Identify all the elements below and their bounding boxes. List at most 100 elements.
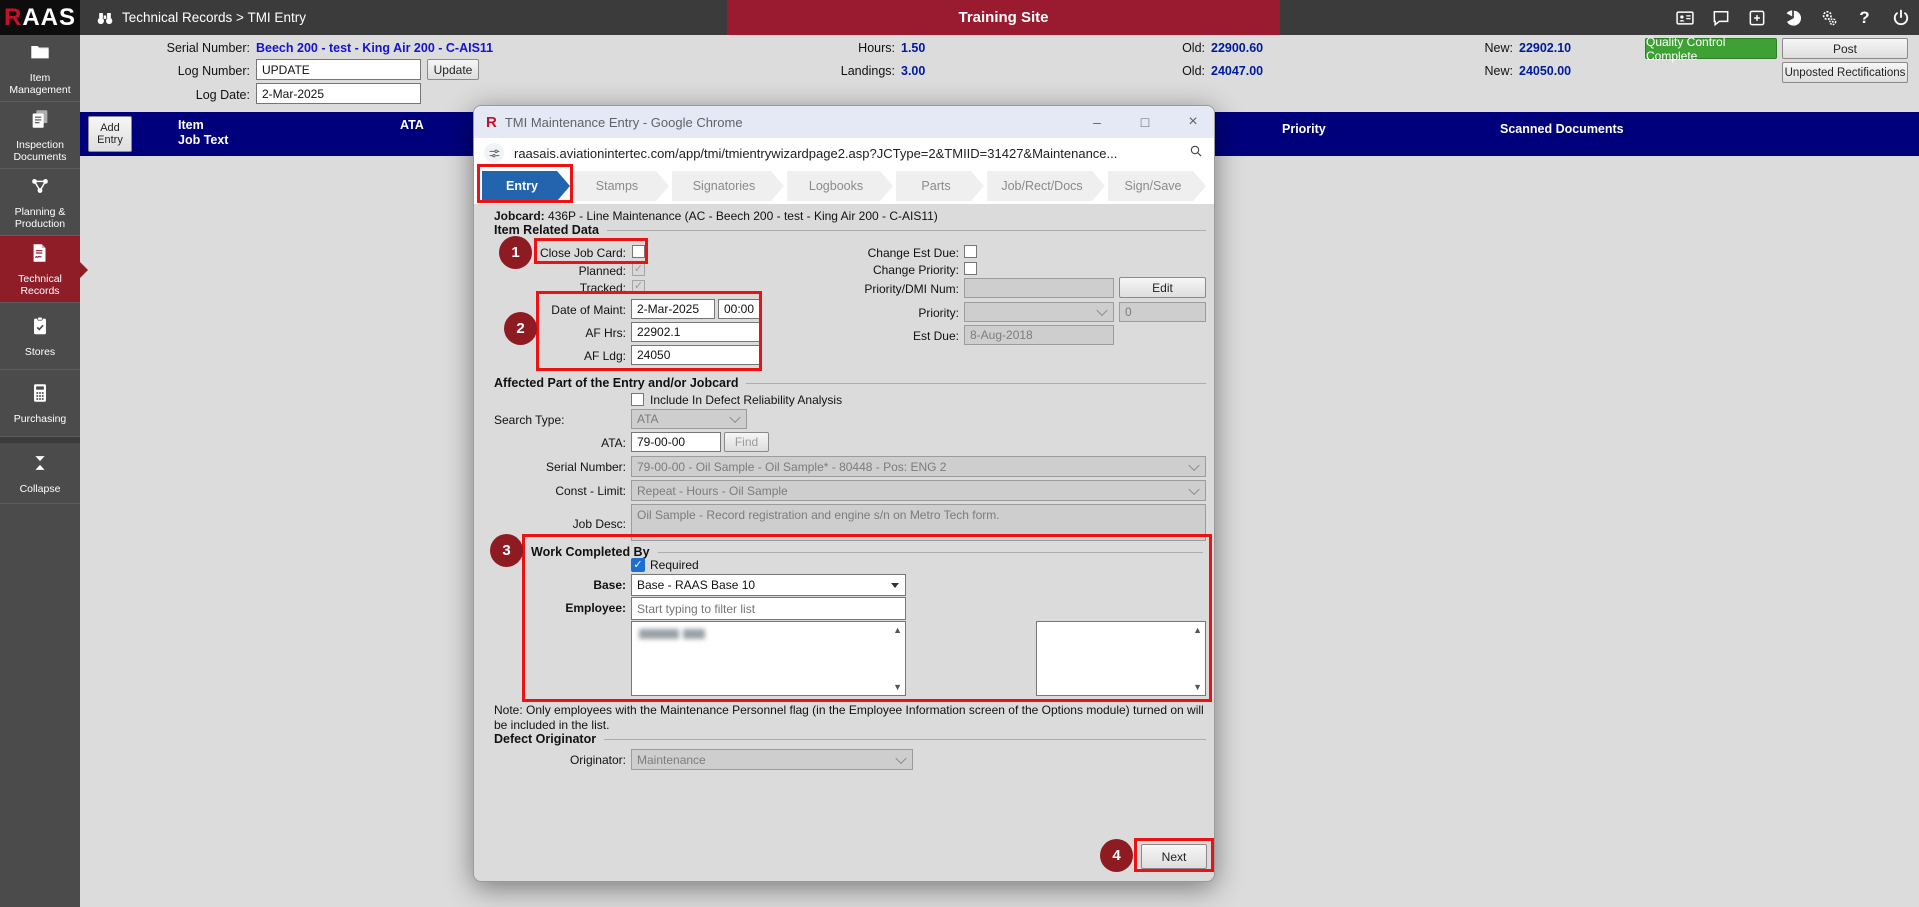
settings-gears-icon[interactable] — [1818, 7, 1839, 28]
section-item-related-data: Item Related Data — [494, 223, 1206, 237]
include-defect-reliability-label: Include In Defect Reliability Analysis — [650, 393, 842, 407]
serial-number-value[interactable]: Beech 200 - test - King Air 200 - C-AIS1… — [256, 41, 493, 55]
originator-select: Maintenance — [631, 749, 913, 770]
url-text[interactable]: raasais.aviationintertec.com/app/tmi/tmi… — [514, 146, 1159, 161]
annotation-box-close-job-card — [534, 238, 648, 264]
find-button[interactable]: Find — [724, 432, 769, 452]
power-icon[interactable] — [1890, 7, 1911, 28]
new-landings-value: 24050.00 — [1519, 64, 1571, 78]
column-header-item: Item — [178, 118, 204, 132]
ata-input[interactable] — [631, 432, 721, 452]
file-signature-icon — [29, 242, 51, 269]
sidebar-item-planning-production[interactable]: Planning & Production — [0, 169, 80, 236]
landings-label: Landings: — [795, 64, 895, 78]
calculator-icon — [29, 382, 51, 409]
tab-stamps[interactable]: Stamps — [573, 171, 669, 201]
jobcard-line: Jobcard: 436P - Line Maintenance (AC - B… — [494, 209, 938, 223]
environment-banner: Training Site — [727, 0, 1280, 35]
tmi-maintenance-entry-dialog: R TMI Maintenance Entry - Google Chrome … — [473, 105, 1215, 882]
section-defect-originator: Defect Originator — [494, 732, 1206, 746]
sidebar-item-inspection-documents[interactable]: Inspection Documents — [0, 102, 80, 169]
tab-parts[interactable]: Parts — [896, 171, 984, 201]
ata-label: ATA: — [484, 436, 626, 450]
serial-number-label: Serial Number: — [60, 41, 250, 55]
folder-icon — [29, 41, 51, 68]
unposted-rectifications-button[interactable]: Unposted Rectifications — [1782, 62, 1908, 83]
annotation-circle-3: 3 — [490, 534, 523, 567]
sidebar-item-purchasing[interactable]: Purchasing — [0, 370, 80, 437]
search-type-label: Search Type: — [494, 413, 565, 427]
maximize-icon[interactable]: □ — [1130, 106, 1160, 138]
originator-label: Originator: — [484, 753, 626, 767]
priority-select — [964, 302, 1114, 322]
log-number-input[interactable] — [256, 59, 421, 80]
binoculars-icon — [95, 8, 115, 33]
old-hours-label: Old: — [1140, 41, 1205, 55]
jobcard-text: 436P - Line Maintenance (AC - Beech 200 … — [548, 209, 938, 223]
change-priority-checkbox[interactable] — [964, 262, 977, 275]
quality-control-complete-button[interactable]: Quality Control Complete — [1645, 38, 1777, 59]
log-date-input[interactable] — [256, 83, 421, 104]
annotation-circle-2: 2 — [504, 312, 537, 345]
job-desc-label: Job Desc: — [484, 517, 626, 531]
close-icon[interactable]: × — [1178, 106, 1208, 138]
sidebar-item-stores[interactable]: Stores — [0, 303, 80, 370]
id-badge-icon[interactable] — [1674, 7, 1695, 28]
const-limit-select: Repeat - Hours - Oil Sample — [631, 480, 1206, 501]
tab-job-rect-docs[interactable]: Job/Rect/Docs — [987, 171, 1105, 201]
pie-chart-icon[interactable] — [1782, 7, 1803, 28]
dialog-title-bar[interactable]: R TMI Maintenance Entry - Google Chrome … — [474, 106, 1214, 138]
raas-favicon: R — [486, 114, 497, 131]
sidebar: Item Management Inspection Documents Pla… — [0, 35, 80, 907]
tab-logbooks[interactable]: Logbooks — [787, 171, 893, 201]
chat-icon[interactable] — [1710, 7, 1731, 28]
site-settings-icon[interactable] — [484, 143, 504, 163]
top-bar: RAAS Technical Records > TMI Entry Train… — [0, 0, 1919, 35]
change-est-due-checkbox[interactable] — [964, 245, 977, 258]
post-button[interactable]: Post — [1782, 38, 1908, 59]
column-header-ata: ATA — [400, 118, 424, 132]
tab-signatories[interactable]: Signatories — [672, 171, 784, 201]
collapse-icon — [29, 452, 51, 479]
annotation-box-next-button — [1134, 838, 1214, 872]
affected-serial-number-label: Serial Number: — [484, 460, 626, 474]
raas-logo[interactable]: RAAS — [0, 0, 80, 35]
edit-button[interactable]: Edit — [1119, 277, 1206, 298]
old-landings-label: Old: — [1140, 64, 1205, 78]
sidebar-item-technical-records[interactable]: Technical Records — [0, 236, 80, 303]
change-priority-label: Change Priority: — [794, 263, 959, 277]
tab-sign-save[interactable]: Sign/Save — [1108, 171, 1206, 201]
minimize-icon[interactable]: – — [1082, 106, 1112, 138]
old-landings-value: 24047.00 — [1211, 64, 1263, 78]
clipboard-check-icon — [29, 315, 51, 342]
documents-icon — [29, 108, 51, 135]
est-due-input: 8-Aug-2018 — [964, 325, 1114, 345]
new-hours-label: New: — [1448, 41, 1513, 55]
search-icon[interactable] — [1188, 143, 1204, 164]
network-icon — [29, 175, 51, 202]
sidebar-item-collapse[interactable]: Collapse — [0, 437, 80, 504]
priority-count-field: 0 — [1119, 302, 1206, 322]
annotation-box-maint-values — [536, 291, 762, 371]
new-landings-label: New: — [1448, 64, 1513, 78]
update-button[interactable]: Update — [427, 59, 479, 80]
column-header-job-text: Job Text — [178, 133, 228, 147]
dialog-title: TMI Maintenance Entry - Google Chrome — [505, 115, 743, 130]
add-entry-button[interactable]: AddEntry — [88, 116, 132, 152]
affected-serial-number-select: 79-00-00 - Oil Sample - Oil Sample* - 80… — [631, 456, 1206, 477]
log-number-label: Log Number: — [60, 64, 250, 78]
annotation-circle-4: 4 — [1100, 839, 1133, 872]
section-affected-part: Affected Part of the Entry and/or Jobcar… — [494, 376, 1206, 390]
breadcrumb: Technical Records > TMI Entry — [122, 0, 306, 35]
new-hours-value: 22902.10 — [1519, 41, 1571, 55]
search-type-select: ATA — [631, 409, 747, 429]
help-icon[interactable]: ? — [1854, 7, 1875, 28]
add-window-icon[interactable] — [1746, 7, 1767, 28]
hours-label: Hours: — [795, 41, 895, 55]
dialog-url-bar[interactable]: raasais.aviationintertec.com/app/tmi/tmi… — [474, 138, 1214, 169]
priority-label: Priority: — [794, 306, 959, 320]
include-defect-reliability-checkbox[interactable] — [631, 393, 644, 406]
jobcard-label: Jobcard: — [494, 209, 545, 223]
sidebar-item-item-management[interactable]: Item Management — [0, 35, 80, 102]
old-hours-value: 22900.60 — [1211, 41, 1263, 55]
